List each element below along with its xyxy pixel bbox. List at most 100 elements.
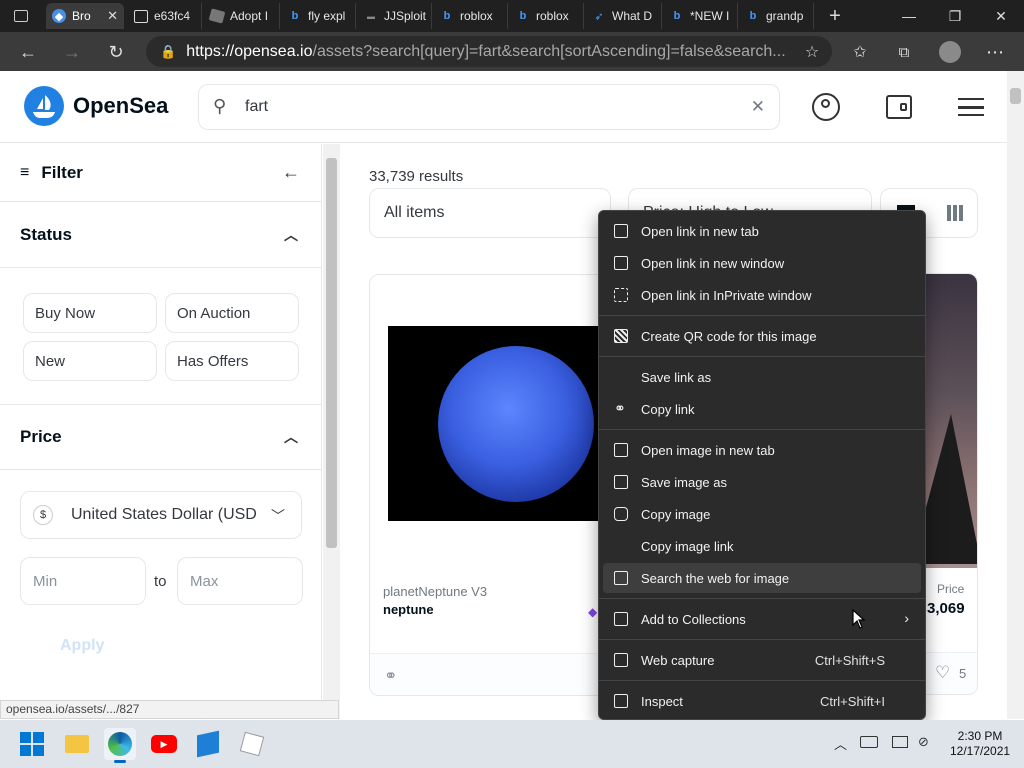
- like-count: 5: [959, 666, 967, 681]
- clear-search-icon[interactable]: ✕: [751, 97, 765, 117]
- tab-active[interactable]: ◆ Bro ✕: [46, 3, 124, 29]
- add-favorite-button[interactable]: ☆: [797, 37, 827, 67]
- small-grid-icon[interactable]: [947, 205, 963, 221]
- tab[interactable]: b fly expl: [282, 3, 356, 29]
- more-icon: ⋯: [986, 41, 1004, 62]
- opensea-logo[interactable]: [24, 86, 64, 126]
- tab[interactable]: b grandp: [740, 3, 814, 29]
- filter-sidebar: ≡ Filter ← Status ︿ Buy Now On Auction N…: [0, 144, 322, 719]
- currency-select[interactable]: $ United States Dollar (USD ﹀: [20, 491, 302, 539]
- new-tab-button[interactable]: +: [812, 0, 858, 32]
- status-new-button[interactable]: New: [23, 341, 157, 381]
- tab-label: What D: [612, 9, 653, 23]
- price-max-input[interactable]: Max: [177, 557, 303, 605]
- tab-close-icon[interactable]: ✕: [107, 8, 118, 24]
- to-label: to: [154, 573, 167, 590]
- refresh-button[interactable]: ↻: [101, 37, 131, 67]
- menu-inspect[interactable]: Inspect Ctrl+Shift+I: [603, 686, 921, 716]
- settings-more-button[interactable]: ⋯: [980, 37, 1010, 67]
- tab[interactable]: b roblox: [434, 3, 508, 29]
- bing-icon: b: [291, 10, 299, 22]
- eth-icon: ◆: [588, 605, 598, 619]
- clock-date: 12/17/2021: [950, 744, 1011, 758]
- new-window-icon: [614, 256, 628, 270]
- menu-open-link-new-tab[interactable]: Open link in new tab: [603, 216, 921, 246]
- collection-name[interactable]: planetNeptune V3: [383, 584, 487, 599]
- clock[interactable]: 2:30 PM 12/17/2021: [950, 729, 1010, 759]
- url-host: https://opensea.io: [186, 42, 313, 60]
- menu-copy-link[interactable]: ⚭ Copy link: [603, 394, 921, 424]
- account-button[interactable]: [812, 93, 840, 121]
- menu-open-link-new-window[interactable]: Open link in new window: [603, 248, 921, 278]
- collections-button[interactable]: ⧉: [889, 37, 919, 67]
- collapse-arrow-icon[interactable]: ←: [282, 162, 300, 183]
- show-hidden-icons-chevron-icon[interactable]: ︿: [834, 734, 847, 753]
- filter-header[interactable]: ≡ Filter ←: [0, 144, 322, 202]
- menu-save-image-as[interactable]: Save image as: [603, 467, 921, 497]
- file-explorer-button[interactable]: [61, 728, 93, 760]
- status-has-offers-button[interactable]: Has Offers: [165, 341, 299, 381]
- tab[interactable]: Adopt I: [204, 3, 280, 29]
- asset-image-neptune[interactable]: [388, 326, 618, 521]
- menu-divider: [599, 356, 925, 357]
- menu-save-link-as[interactable]: Save link as: [603, 362, 921, 392]
- menu-web-capture[interactable]: Web capture Ctrl+Shift+S: [603, 645, 921, 675]
- menu-add-to-collections[interactable]: Add to Collections ›: [603, 604, 921, 634]
- youtube-button[interactable]: ▶: [148, 728, 180, 760]
- network-icon[interactable]: [892, 736, 908, 748]
- tab[interactable]: ▬ JJSploit: [358, 3, 432, 29]
- asset-name[interactable]: neptune: [383, 602, 434, 617]
- close-icon: ✕: [995, 7, 1007, 24]
- tab[interactable]: ➶ What D: [586, 3, 662, 29]
- keyboard-icon[interactable]: [860, 736, 878, 748]
- price-section-header[interactable]: Price ︿: [0, 404, 322, 470]
- minimize-button[interactable]: —: [886, 0, 932, 32]
- status-section-header[interactable]: Status ︿: [0, 202, 322, 268]
- roblox-button[interactable]: [236, 728, 268, 760]
- filter-label: Filter: [41, 162, 83, 182]
- tab[interactable]: b *NEW I: [664, 3, 738, 29]
- profile-button[interactable]: [935, 37, 965, 67]
- menu-open-image-new-tab[interactable]: Open image in new tab: [603, 435, 921, 465]
- favorites-button[interactable]: ✩: [845, 37, 875, 67]
- sidebar-scroll-thumb[interactable]: [326, 158, 337, 548]
- tab[interactable]: e63fc4: [128, 3, 202, 29]
- tab[interactable]: b roblox: [510, 3, 584, 29]
- menu-search-web-for-image[interactable]: Search the web for image: [603, 563, 921, 593]
- jjsploit-button[interactable]: [192, 728, 224, 760]
- menu-copy-image[interactable]: Copy image: [603, 499, 921, 529]
- status-buy-now-button[interactable]: Buy Now: [23, 293, 157, 333]
- items-dropdown[interactable]: All items: [369, 188, 611, 238]
- menu-button[interactable]: [958, 98, 984, 116]
- forward-button[interactable]: →: [57, 37, 87, 67]
- wallet-button[interactable]: [886, 95, 912, 119]
- status-on-auction-button[interactable]: On Auction: [165, 293, 299, 333]
- menu-label: Open image in new tab: [641, 442, 775, 458]
- asset-card-neptune[interactable]: planetNeptune V3 neptune ◆ ⚭: [369, 274, 619, 696]
- close-window-button[interactable]: ✕: [978, 0, 1024, 32]
- account-icon: [821, 99, 830, 108]
- menu-open-link-inprivate[interactable]: Open link in InPrivate window: [603, 280, 921, 310]
- apply-button[interactable]: Apply: [60, 637, 104, 655]
- heart-icon[interactable]: ♡: [935, 663, 950, 683]
- search-input[interactable]: [245, 98, 725, 116]
- start-button[interactable]: [16, 728, 48, 760]
- tab-label: roblox: [460, 9, 493, 23]
- page-scroll-thumb[interactable]: [1010, 88, 1021, 104]
- menu-create-qr-code[interactable]: Create QR code for this image: [603, 321, 921, 351]
- tab-label: Bro: [72, 9, 91, 23]
- menu-copy-image-link[interactable]: Copy image link: [603, 531, 921, 561]
- menu-divider: [599, 598, 925, 599]
- address-toolbar: ← → ↻ 🔒 https://opensea.io/assets?search…: [0, 32, 1024, 71]
- page-scrollbar[interactable]: [1007, 71, 1024, 719]
- page-icon: [134, 9, 148, 23]
- address-field[interactable]: 🔒 https://opensea.io/assets?search[query…: [146, 36, 832, 67]
- price-min-input[interactable]: Min: [20, 557, 146, 605]
- volume-muted-icon[interactable]: ⊘: [918, 734, 929, 750]
- tab-actions-button[interactable]: [8, 3, 42, 29]
- back-button[interactable]: ←: [13, 37, 43, 67]
- edge-taskbar-button[interactable]: [104, 728, 136, 763]
- image-tab-icon: [614, 443, 628, 457]
- restore-button[interactable]: ❐: [932, 0, 978, 32]
- brand-name[interactable]: OpenSea: [73, 93, 168, 119]
